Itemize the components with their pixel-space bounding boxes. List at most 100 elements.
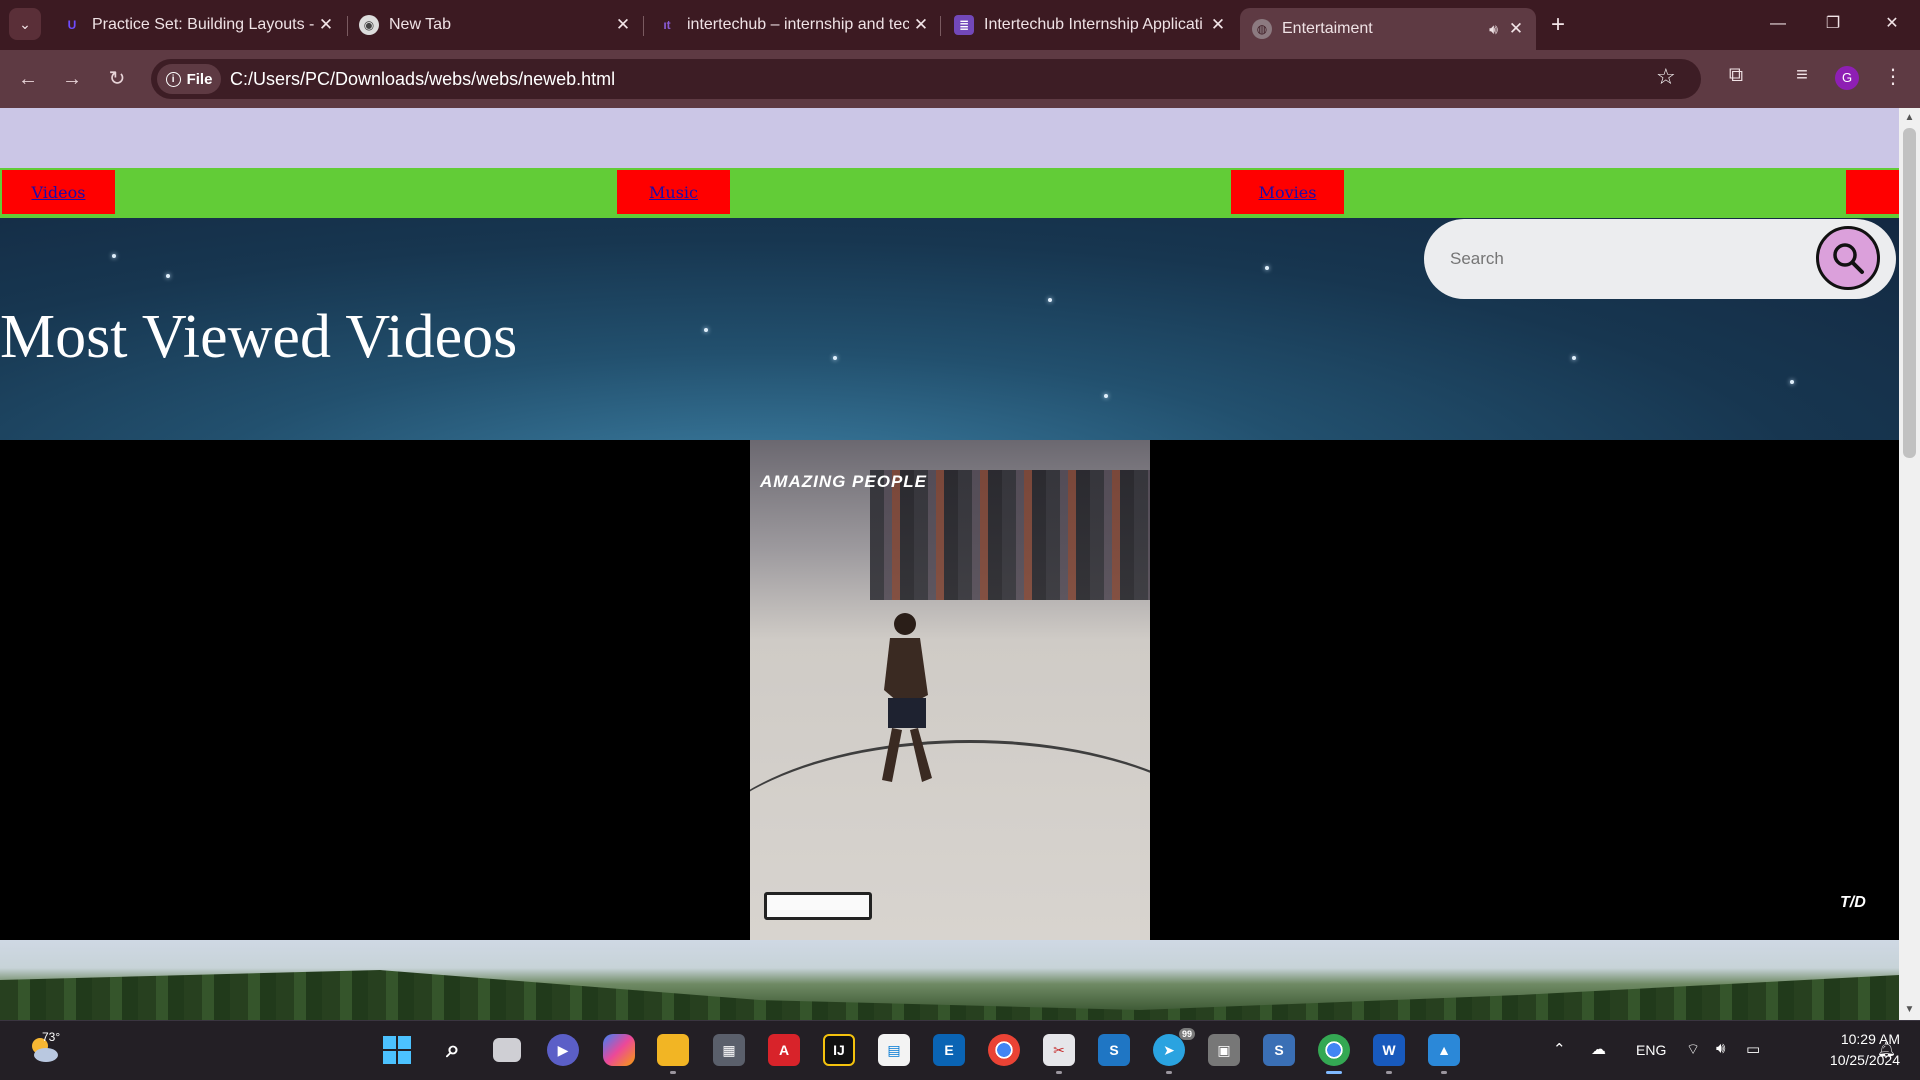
close-window-button[interactable]: ✕ [1870,8,1914,40]
search-icon [1833,243,1864,274]
minimize-button[interactable]: — [1756,8,1800,40]
tab-title: Practice Set: Building Layouts - [92,16,314,33]
telegram-icon[interactable]: ➤ 99 [1153,1028,1195,1074]
close-tab-icon[interactable]: ✕ [1504,19,1528,39]
tab-title: intertechub – internship and tec [687,16,909,33]
page-scrollbar[interactable]: ▲ ▼ [1899,108,1920,1020]
udemy-icon: U [67,18,77,32]
video-player[interactable]: AMAZING PEOPLE [750,440,1150,940]
word-icon[interactable]: W [1373,1034,1405,1074]
speaker-icon[interactable]: 🔊︎ [1489,21,1498,38]
weather-temp: 73° [42,1030,61,1044]
star-decoration [704,328,708,332]
forward-arrow-icon: → [62,68,82,90]
page-title: Most Viewed Videos [0,303,518,371]
close-tab-icon[interactable]: ✕ [1206,15,1230,35]
battery-icon[interactable]: ▭ [1746,1040,1760,1058]
nav-link-label[interactable]: Videos [32,183,86,202]
show-hidden-icons[interactable]: ⌃ [1553,1040,1566,1058]
restore-icon: ❐ [1825,15,1841,32]
windows-icon [383,1036,411,1064]
site-info-label: File [186,70,213,88]
outlook-icon[interactable]: E [933,1034,965,1066]
nav-link-music[interactable]: Music [617,170,730,214]
copilot-icon[interactable] [603,1034,635,1066]
chrome-profile-icon[interactable] [1318,1034,1350,1074]
tab-intertechub[interactable]: ıt intertechub – internship and tec ✕ [645,8,941,42]
search-input[interactable] [1450,241,1790,277]
file-explorer-icon[interactable] [657,1034,689,1074]
snipping-tool-icon[interactable]: ✂ [1043,1034,1075,1074]
taskbar-search-icon[interactable]: ⌕ [437,1034,469,1066]
nav-link-movies[interactable]: Movies [1231,170,1344,214]
tab-new-tab[interactable]: ◉ New Tab ✕ [347,8,643,42]
back-arrow-icon: ← [18,68,38,90]
app-icon[interactable]: ▣ [1208,1034,1240,1066]
chevron-down-icon: ⌄ [19,15,31,32]
scroll-up-icon[interactable]: ▲ [1899,112,1920,123]
sql-icon[interactable]: S [1263,1034,1295,1066]
star-decoration [833,356,837,360]
nav-link-partial[interactable]: S [1846,170,1899,214]
video-frame-player [882,613,932,782]
reload-button[interactable]: ↻ [99,62,135,96]
info-icon: i [165,71,181,87]
tab-practice-set[interactable]: U Practice Set: Building Layouts - ✕ [50,8,346,42]
star-decoration [1790,380,1794,384]
chrome-icon[interactable] [988,1034,1020,1066]
nav-bar [0,168,1899,218]
tab-title: New Tab [389,16,451,33]
autocad-icon[interactable]: A [768,1034,800,1066]
plus-icon: + [1550,11,1565,38]
tab-entertaiment[interactable]: ◍ Entertaiment 🔊︎ ✕ [1240,8,1536,50]
scroll-down-icon[interactable]: ▼ [1899,1004,1920,1015]
star-decoration [1104,394,1108,398]
nav-link-label[interactable]: Movies [1259,183,1317,202]
back-button[interactable]: ← [10,62,46,96]
video-watermark: T/D [1840,894,1866,911]
tab-separator [643,16,644,36]
top-band [0,108,1899,168]
meet-icon[interactable]: ▶ [547,1034,579,1066]
close-tab-icon[interactable]: ✕ [909,15,933,35]
globe-icon: ◍ [1252,19,1272,39]
intellij-icon[interactable]: IJ [823,1034,855,1066]
intertechub-icon: ıt [663,18,671,32]
new-tab-button[interactable]: + [1543,10,1573,40]
reload-icon: ↻ [108,68,126,90]
nav-link-videos[interactable]: Videos [2,170,115,214]
profile-avatar[interactable]: G [1835,66,1859,90]
notification-bell-icon[interactable]: 🔔︎ [1877,1040,1896,1058]
close-tab-icon[interactable]: ✕ [314,15,338,35]
sway-icon[interactable]: S [1098,1034,1130,1066]
tab-intertechub-application[interactable]: ≣ Intertechub Internship Applicati ✕ [942,8,1238,42]
scrollbar-thumb[interactable] [1903,128,1916,458]
nav-link-label[interactable]: Music [649,183,698,202]
video-caption-bar [764,892,872,920]
extensions-icon[interactable]: ⧉ [1721,64,1751,87]
start-button[interactable] [381,1034,413,1066]
menu-kebab-icon[interactable]: ⋮ [1878,64,1908,89]
web-page: Videos Music Movies S Most Viewed Videos [0,108,1899,1020]
task-view-icon[interactable] [493,1038,521,1062]
bookmark-star-icon[interactable]: ☆ [1656,64,1676,90]
close-tab-icon[interactable]: ✕ [611,15,635,35]
forward-button[interactable]: → [54,62,90,96]
language-indicator[interactable]: ENG [1636,1042,1666,1058]
calculator-icon[interactable]: ▦ [713,1034,745,1066]
star-decoration [166,274,170,278]
media-control-icon[interactable]: ≡ [1787,64,1817,87]
tab-search-button[interactable]: ⌄ [9,8,41,40]
star-decoration [112,254,116,258]
search-button[interactable] [1816,226,1880,290]
photos-icon[interactable]: ▲ [1428,1034,1460,1074]
forms-icon: ≣ [954,15,974,35]
restore-button[interactable]: ❐ [1811,8,1855,40]
url-text[interactable]: C:/Users/PC/Downloads/webs/webs/neweb.ht… [230,69,615,90]
volume-icon[interactable]: 🔊︎ [1716,1040,1725,1057]
site-info-chip[interactable]: i File [157,64,221,94]
chrome-icon: ◉ [359,15,379,35]
onedrive-icon[interactable]: ☁ [1591,1040,1606,1058]
wifi-icon[interactable]: ⌔ [1686,1040,1700,1059]
store-icon[interactable]: ▤ [878,1034,910,1066]
